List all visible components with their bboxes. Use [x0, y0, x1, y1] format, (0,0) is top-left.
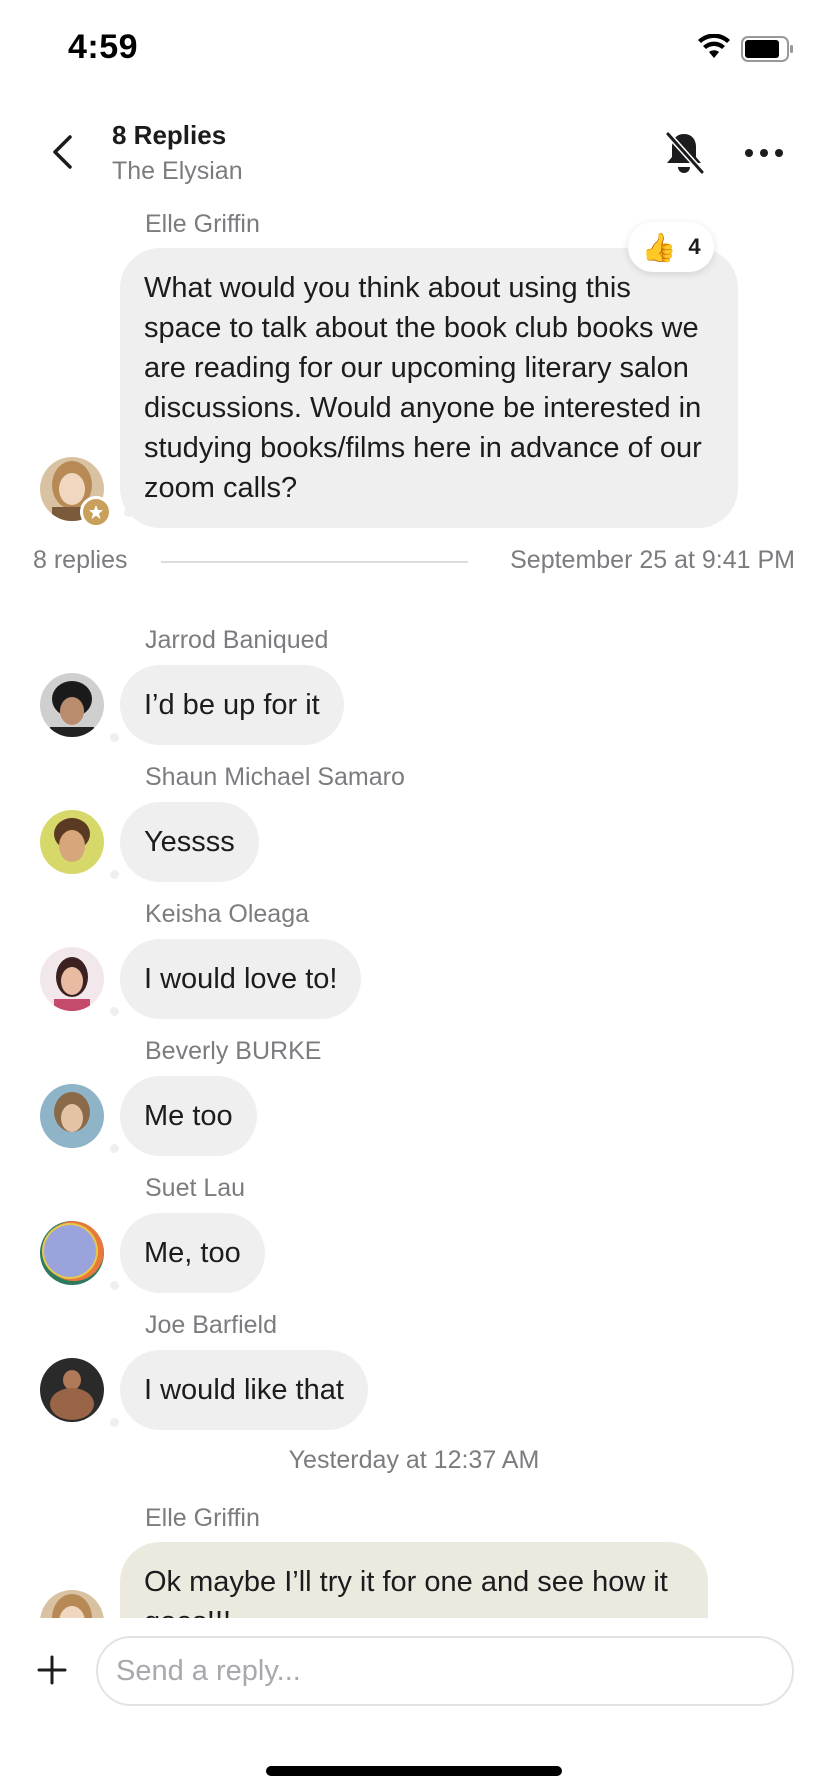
status-bar: 4:59 [0, 0, 828, 100]
avatar-image [40, 947, 104, 1011]
reply-bubble[interactable]: I’d be up for it [120, 665, 344, 745]
mute-button[interactable] [660, 128, 708, 178]
more-options-button[interactable] [740, 128, 788, 178]
add-attachment-button[interactable] [30, 1648, 74, 1692]
avatar[interactable] [40, 810, 104, 874]
ellipsis-icon [745, 149, 783, 157]
bell-slash-icon [665, 131, 705, 175]
thread-subtitle: The Elysian [112, 157, 243, 185]
reply-bubble[interactable]: I would like that [120, 1350, 368, 1430]
message-sender: Keisha Oleaga [145, 900, 310, 928]
avatar-image [40, 1590, 104, 1618]
thumbs-up-icon: 👍 [641, 231, 677, 263]
reply-composer [0, 1618, 828, 1716]
parent-message-bubble[interactable]: What would you think about using this sp… [120, 248, 738, 528]
message-sender: Joe Barfield [145, 1311, 278, 1339]
avatar[interactable] [40, 1590, 104, 1618]
message-sender: Beverly BURKE [145, 1037, 322, 1065]
star-icon [89, 505, 103, 519]
message-sender: Suet Lau [145, 1174, 246, 1202]
avatar-image [40, 1221, 104, 1285]
admin-badge [80, 496, 112, 528]
status-time: 4:59 [68, 28, 139, 66]
day-separator: Yesterday at 12:37 AM [288, 1446, 540, 1474]
reply-bubble[interactable]: Me too [120, 1076, 257, 1156]
divider [161, 561, 468, 563]
message-sender: Shaun Michael Samaro [145, 763, 405, 791]
bubble-tail [110, 1418, 119, 1427]
bubble-tail [110, 1007, 119, 1016]
reaction-count: 4 [688, 234, 701, 259]
reply-bubble[interactable]: Me, too [120, 1213, 265, 1293]
reply-bubble[interactable]: Yessss [120, 802, 259, 882]
avatar-image [40, 673, 104, 737]
plus-icon [37, 1655, 67, 1685]
thread-header: 8 Replies The Elysian [0, 100, 828, 200]
reply-bubble[interactable]: Ok maybe I’ll try it for one and see how… [120, 1542, 708, 1618]
avatar[interactable] [40, 1084, 104, 1148]
home-indicator[interactable] [266, 1766, 562, 1776]
battery-icon [741, 36, 793, 62]
bubble-tail [110, 870, 119, 879]
avatar-image [40, 1358, 104, 1422]
thread-title-block: 8 Replies The Elysian [112, 120, 243, 186]
replies-count: 8 replies [33, 546, 128, 574]
back-button[interactable] [40, 130, 84, 174]
message-sender: Elle Griffin [145, 1504, 260, 1532]
avatar-image [40, 1084, 104, 1148]
bubble-tail [110, 1144, 119, 1153]
message-sender: Elle Griffin [145, 210, 260, 238]
reply-bubble[interactable]: I would love to! [120, 939, 362, 1019]
bubble-tail [110, 733, 119, 742]
avatar[interactable] [40, 1358, 104, 1422]
avatar[interactable] [40, 1221, 104, 1285]
avatar-image [40, 810, 104, 874]
message-timestamp: September 25 at 9:41 PM [510, 546, 795, 574]
chevron-left-icon [53, 135, 72, 169]
thread-title: 8 Replies [112, 120, 227, 150]
message-sender: Jarrod Baniqued [145, 626, 329, 654]
avatar[interactable] [40, 673, 104, 737]
reaction-badge[interactable]: 👍 4 [628, 222, 714, 272]
bubble-tail [110, 1281, 119, 1290]
message-list[interactable]: Elle Griffin What would you think about … [0, 200, 828, 1618]
wifi-icon [698, 34, 730, 58]
bubble-tail [124, 508, 133, 517]
reply-input[interactable] [96, 1636, 794, 1706]
avatar[interactable] [40, 947, 104, 1011]
replies-summary: 8 replies September 25 at 9:41 PM [33, 542, 795, 578]
